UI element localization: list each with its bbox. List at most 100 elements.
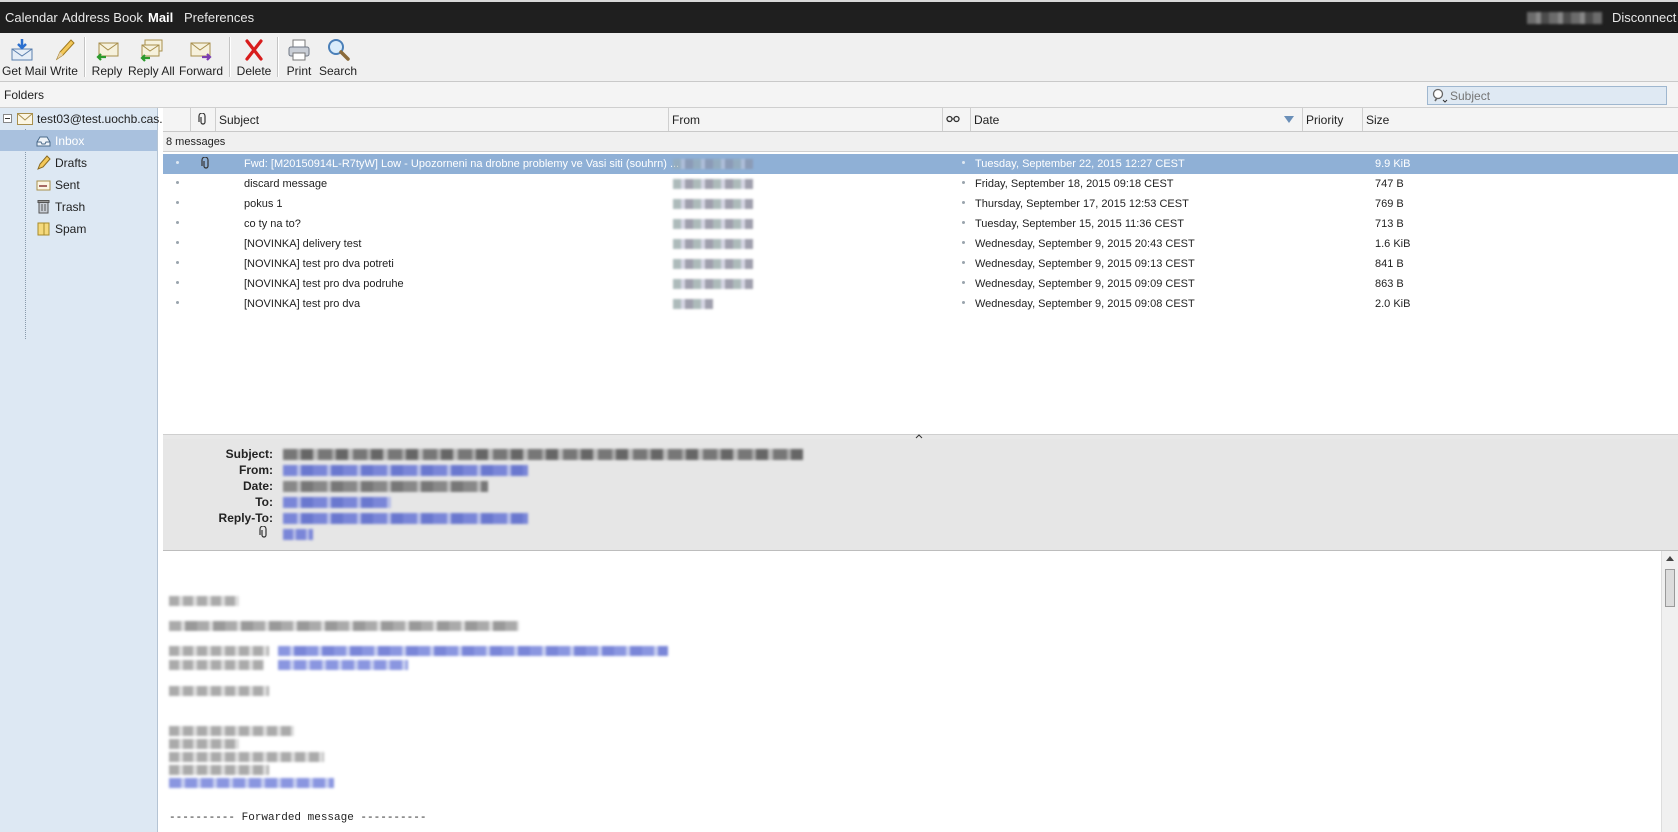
column-header: Subject From Date Priority Size <box>163 108 1678 132</box>
top-navigation: Calendar Address Book Mail Preferences D… <box>0 0 1678 33</box>
message-size: 863 B <box>1375 278 1404 290</box>
attachment-icon <box>201 157 209 169</box>
folder-spam[interactable]: Spam <box>0 218 157 239</box>
print-button[interactable]: Print <box>284 35 314 79</box>
search-box[interactable] <box>1427 86 1667 105</box>
message-row[interactable]: [NOVINKA] test pro dva Wednesday, Septem… <box>163 294 1678 314</box>
folder-label: Inbox <box>55 134 85 148</box>
write-button[interactable]: Write <box>48 35 80 79</box>
read-dot <box>962 221 965 224</box>
status-dot <box>176 301 179 304</box>
column-status[interactable] <box>163 108 191 131</box>
print-label: Print <box>286 64 312 78</box>
nav-address-book[interactable]: Address Book <box>62 10 143 25</box>
column-size[interactable]: Size <box>1363 108 1678 131</box>
message-date: Friday, September 18, 2015 09:18 CEST <box>975 178 1174 190</box>
body-text <box>169 739 239 749</box>
reply-label: Reply <box>91 64 123 78</box>
to-value[interactable] <box>283 497 391 508</box>
folder-label: Drafts <box>55 156 88 170</box>
user-name <box>1527 12 1602 24</box>
scrollbar-thumb[interactable] <box>1665 569 1675 607</box>
subject-label: Subject: <box>225 447 273 461</box>
nav-mail[interactable]: Mail <box>148 10 173 25</box>
folder-inbox[interactable]: Inbox <box>0 130 157 151</box>
body-text <box>169 646 269 656</box>
reply-all-button[interactable]: Reply All <box>128 35 175 79</box>
search-input[interactable] <box>1450 88 1660 103</box>
message-date: Tuesday, September 22, 2015 12:27 CEST <box>975 158 1185 170</box>
folder-sent[interactable]: Sent <box>0 174 157 195</box>
message-sender <box>673 299 713 309</box>
toolbar-separator <box>229 37 231 77</box>
folder-trash[interactable]: Trash <box>0 196 157 217</box>
reply-button[interactable]: Reply <box>90 35 124 79</box>
column-priority[interactable]: Priority <box>1303 108 1363 131</box>
status-dot <box>176 241 179 244</box>
collapse-icon[interactable] <box>3 114 12 123</box>
folder-label: Trash <box>55 200 86 214</box>
get-mail-button[interactable]: Get Mail <box>2 35 47 79</box>
body-text <box>169 660 264 670</box>
message-row[interactable]: pokus 1 Thursday, September 17, 2015 12:… <box>163 194 1678 214</box>
toolbar: Get Mail Write Reply Reply All Forward D… <box>0 33 1678 82</box>
delete-button[interactable]: Delete <box>236 35 272 79</box>
message-row[interactable]: [NOVINKA] test pro dva podruhe Wednesday… <box>163 274 1678 294</box>
read-dot <box>962 241 965 244</box>
status-dot <box>176 261 179 264</box>
column-from[interactable]: From <box>669 108 943 131</box>
message-row[interactable]: discard message Friday, September 18, 20… <box>163 174 1678 194</box>
write-label: Write <box>50 64 78 78</box>
scroll-up-icon[interactable] <box>1666 556 1674 561</box>
get-mail-label: Get Mail <box>2 64 47 78</box>
read-dot <box>962 161 965 164</box>
column-flag[interactable] <box>943 108 971 131</box>
reply-to-value[interactable] <box>283 513 528 524</box>
from-value[interactable] <box>283 465 528 476</box>
read-dot <box>962 281 965 284</box>
status-dot <box>176 201 179 204</box>
body-link[interactable] <box>169 778 334 788</box>
folder-drafts[interactable]: Drafts <box>0 152 157 173</box>
message-subject: discard message <box>244 178 328 190</box>
message-header-pane: Subject: From: Date: To: Reply-To: <box>163 439 1678 551</box>
message-row[interactable]: co ty na to? Tuesday, September 15, 2015… <box>163 214 1678 234</box>
nav-preferences[interactable]: Preferences <box>184 10 254 25</box>
message-row[interactable]: [NOVINKA] test pro dva potreti Wednesday… <box>163 254 1678 274</box>
message-date: Tuesday, September 15, 2015 11:36 CEST <box>975 218 1184 230</box>
body-scrollbar[interactable] <box>1661 551 1678 832</box>
sent-icon <box>36 180 51 191</box>
account-label: test03@test.uochb.cas.c <box>37 112 169 126</box>
body-link[interactable] <box>278 660 408 670</box>
message-sender <box>673 219 753 229</box>
date-value <box>283 481 488 492</box>
attachment-icon <box>198 112 206 125</box>
folders-title: Folders <box>4 88 45 102</box>
nav-calendar[interactable]: Calendar <box>5 10 58 25</box>
message-row[interactable]: [NOVINKA] delivery test Wednesday, Septe… <box>163 234 1678 254</box>
body-text <box>169 726 294 736</box>
message-size: 2.0 KiB <box>1375 298 1411 310</box>
forward-button[interactable]: Forward <box>178 35 224 79</box>
to-label: To: <box>255 495 273 509</box>
message-subject: [NOVINKA] test pro dva podruhe <box>244 278 404 290</box>
reply-icon <box>96 42 119 61</box>
message-count: 8 messages <box>163 132 1678 152</box>
attachment-link[interactable] <box>283 529 313 540</box>
message-row[interactable]: Fwd: [M20150914L-R7tyW] Low - Upozorneni… <box>163 154 1678 174</box>
printer-icon <box>288 39 310 61</box>
message-subject: pokus 1 <box>244 198 283 210</box>
body-link[interactable] <box>278 646 668 656</box>
reply-all-icon <box>140 39 163 62</box>
account-node[interactable]: test03@test.uochb.cas.c <box>0 108 169 129</box>
disconnect-link[interactable]: Disconnect <box>1612 10 1676 25</box>
search-button[interactable]: Search <box>318 35 358 79</box>
read-status-icon <box>946 115 960 123</box>
column-date[interactable]: Date <box>971 108 1303 131</box>
date-label: Date: <box>242 479 273 493</box>
column-attachment[interactable] <box>191 108 216 131</box>
forward-icon <box>190 42 212 61</box>
column-subject[interactable]: Subject <box>216 108 669 131</box>
toolbar-separator <box>277 37 279 77</box>
body-text <box>169 765 269 775</box>
